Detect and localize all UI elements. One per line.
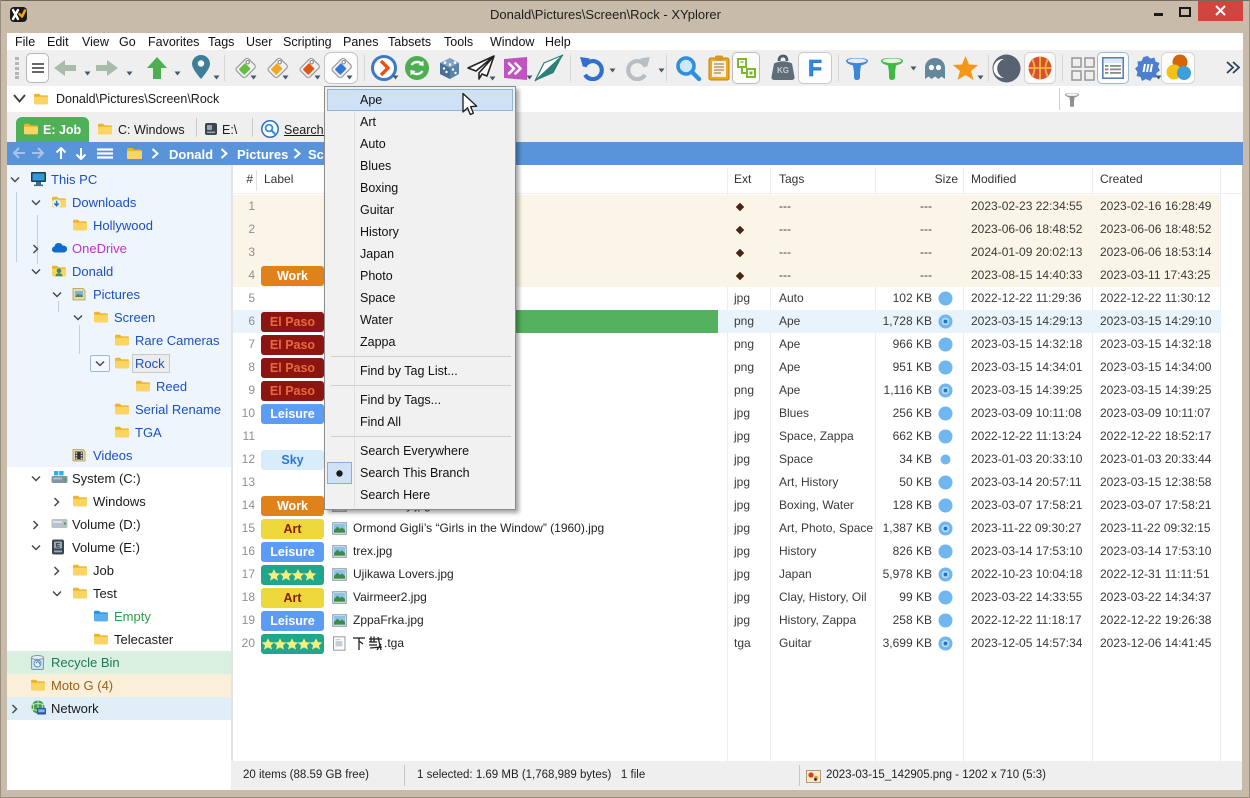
svg-text:E: E <box>56 543 61 550</box>
svg-text:KG: KG <box>777 66 789 75</box>
svg-text:F: F <box>808 56 822 80</box>
